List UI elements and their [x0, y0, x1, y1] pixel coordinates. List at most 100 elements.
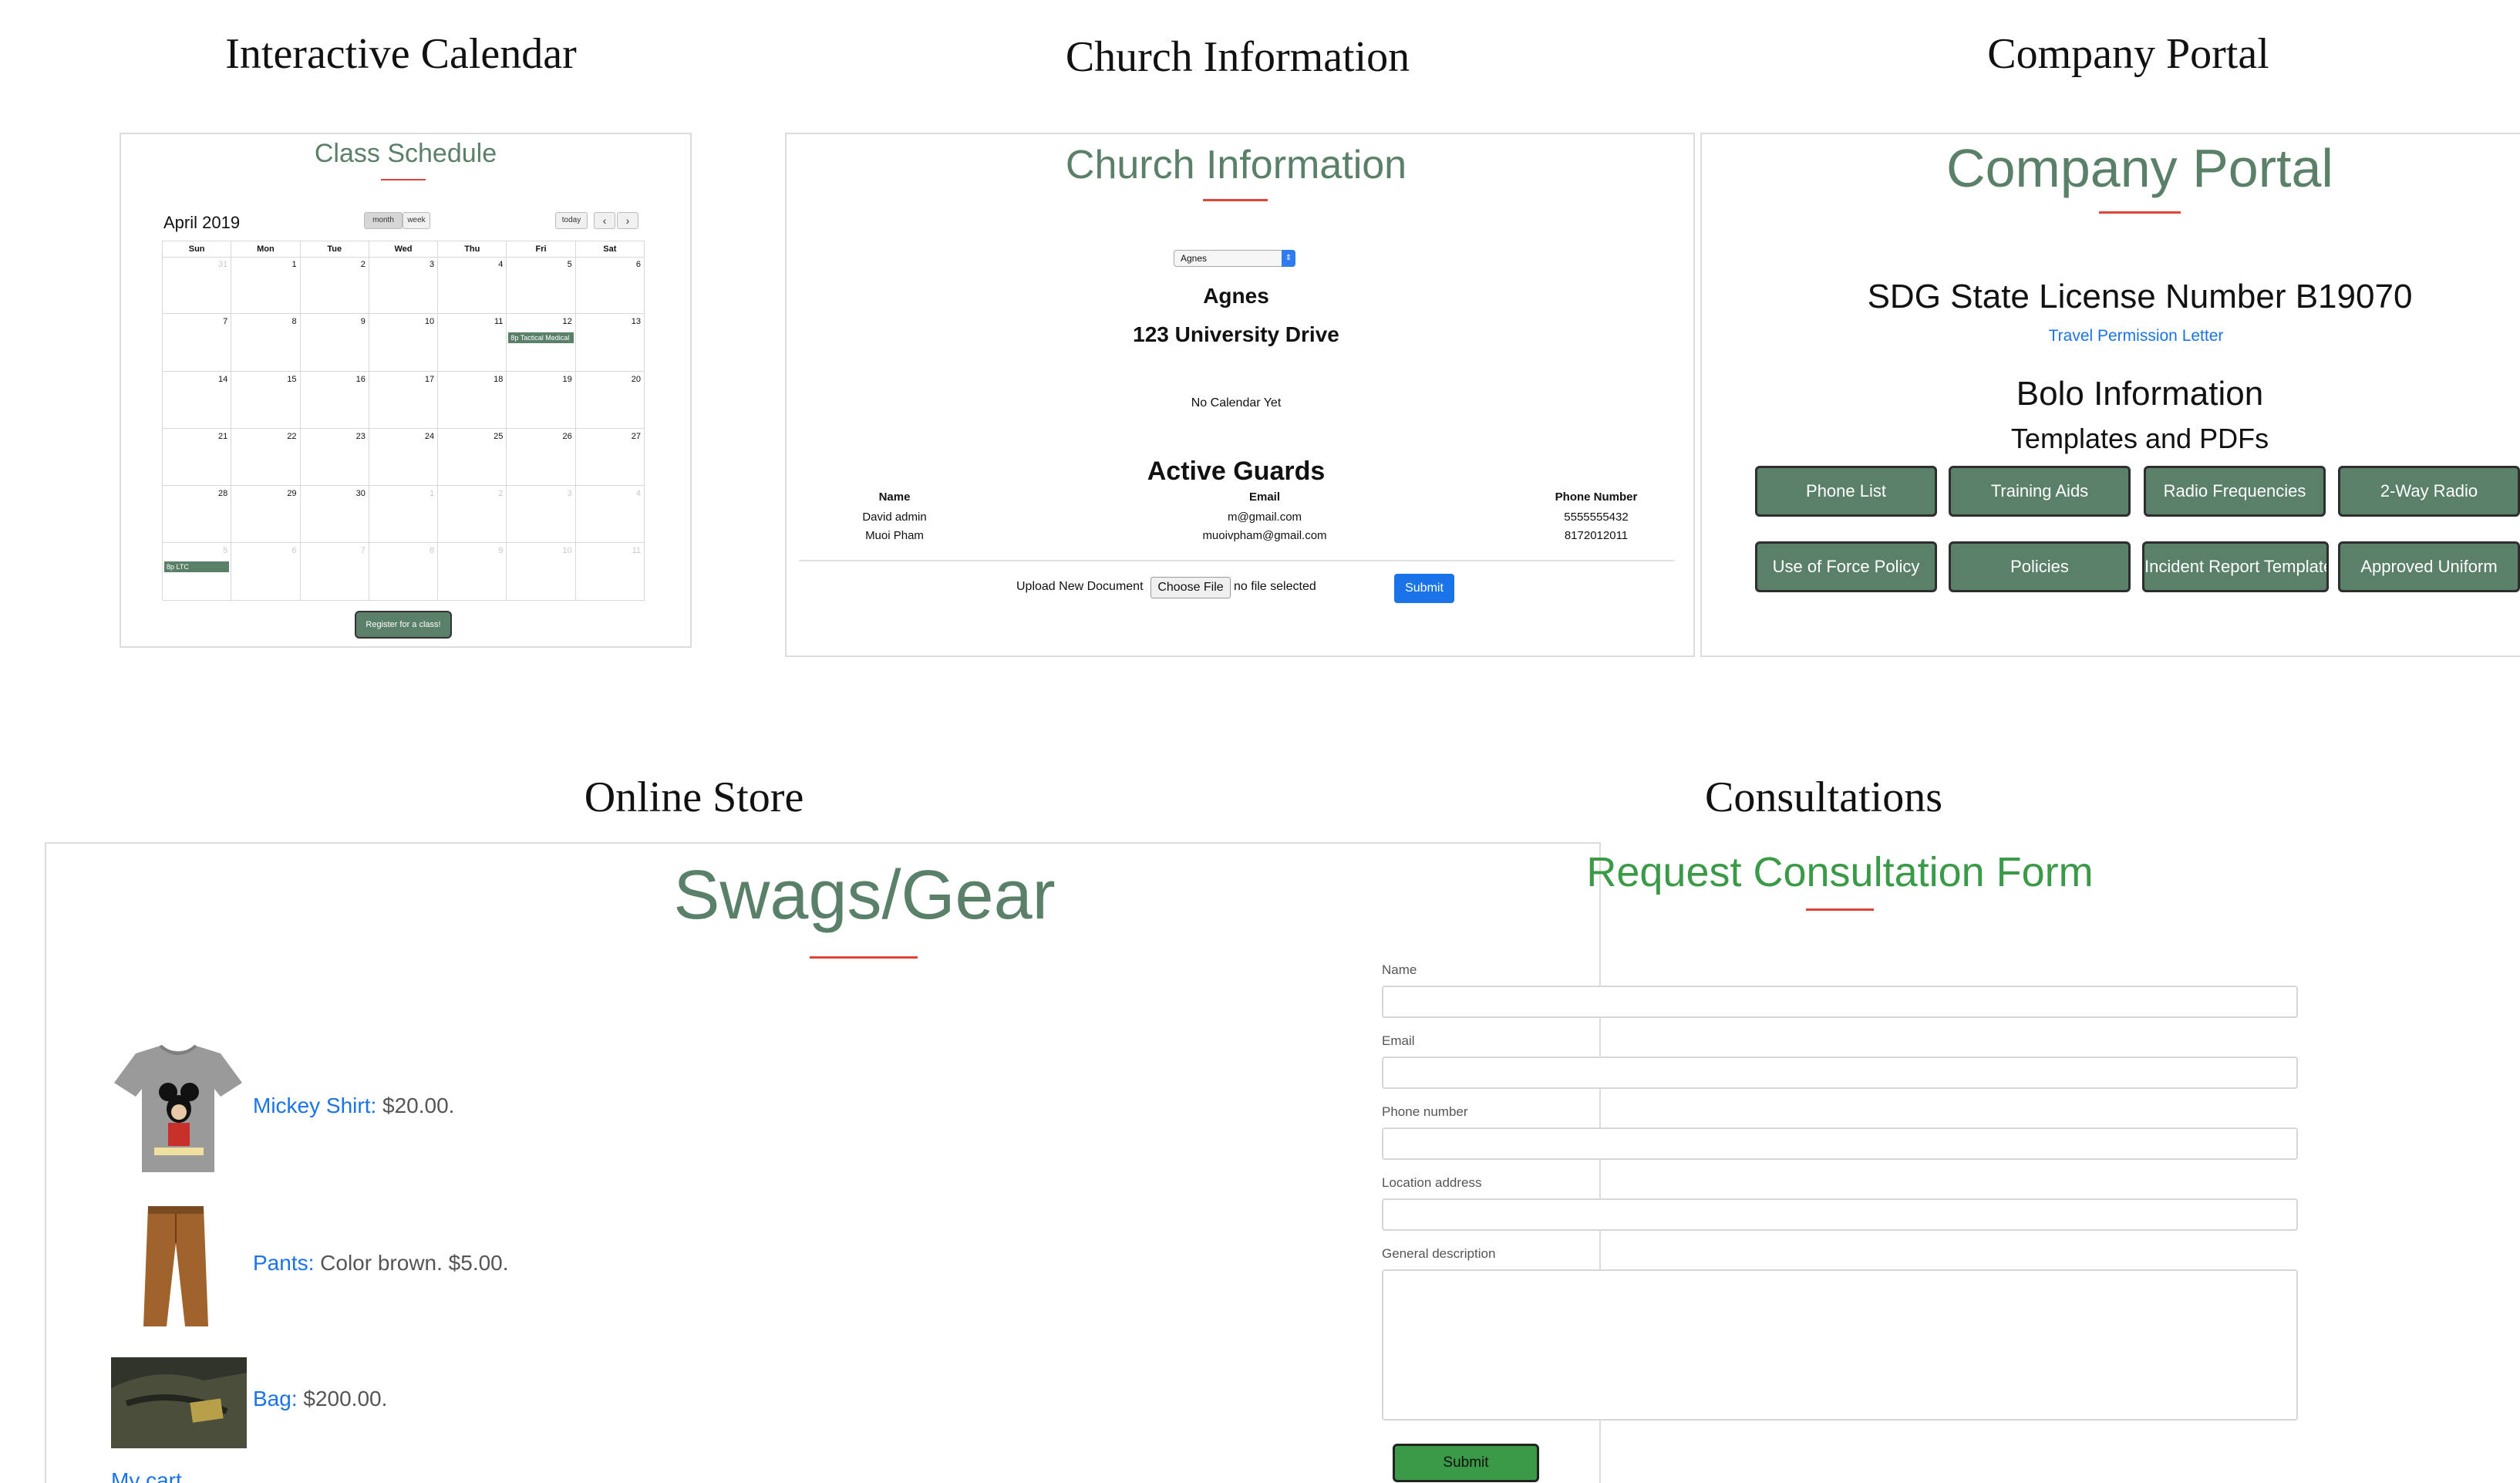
calendar-day[interactable]: 24: [369, 428, 439, 487]
calendar-week: 7 8 9 10 11 12 8p Tactical Medical 13: [163, 314, 645, 372]
chevron-left-icon: ‹: [602, 214, 607, 227]
calendar-day-header: Sun Mon Tue Wed Thu Fri Sat: [163, 241, 645, 258]
calendar-week: 14 15 16 17 18 19 20: [163, 371, 645, 429]
no-calendar-text: No Calendar Yet: [1191, 396, 1282, 410]
guards-col-name: Name: [878, 490, 911, 504]
calendar-day[interactable]: 9: [438, 543, 507, 601]
radio-frequencies-button[interactable]: Radio Frequencies: [2144, 466, 2326, 517]
phone-input[interactable]: [1382, 1127, 2298, 1160]
incident-report-template-button[interactable]: Incident Report Template: [2142, 541, 2329, 592]
use-of-force-policy-button[interactable]: Use of Force Policy: [1755, 541, 1937, 592]
church-address: 123 University Drive: [1133, 322, 1339, 346]
policies-button[interactable]: Policies: [1949, 541, 2131, 592]
guard-name: David admin: [862, 511, 927, 524]
calendar-day[interactable]: 4: [438, 257, 507, 315]
training-aids-button[interactable]: Training Aids: [1949, 466, 2131, 517]
mickey-shirt-image[interactable]: [113, 1043, 244, 1175]
calendar-day[interactable]: 3: [507, 486, 576, 544]
location-input[interactable]: [1382, 1198, 2298, 1231]
calendar-day[interactable]: 4: [575, 486, 645, 544]
calendar-title-rule: [381, 179, 426, 180]
next-month-button[interactable]: ›: [617, 212, 638, 229]
calendar-day[interactable]: 20: [575, 371, 645, 429]
calendar-day[interactable]: 11: [575, 543, 645, 601]
calendar-day[interactable]: 5 8p LTC: [163, 543, 232, 601]
calendar-day[interactable]: 30: [300, 486, 369, 544]
church-submit-button[interactable]: Submit: [1394, 574, 1454, 603]
calendar-event[interactable]: 8p Tactical Medical: [508, 332, 574, 344]
calendar-day[interactable]: 1: [369, 486, 439, 544]
prev-month-button[interactable]: ‹: [594, 212, 615, 229]
calendar-grid: Sun Mon Tue Wed Thu Fri Sat 31 1 2 3 4 5…: [162, 241, 645, 601]
calendar-title: Class Schedule: [314, 139, 497, 168]
church-panel: [785, 133, 1695, 657]
email-input[interactable]: [1382, 1057, 2298, 1089]
store-item: Bag: $200.00.: [253, 1387, 387, 1411]
calendar-day[interactable]: 2: [300, 257, 369, 315]
pants-link[interactable]: Pants:: [253, 1251, 314, 1275]
calendar-day[interactable]: 29: [231, 486, 301, 544]
church-select[interactable]: Agnes ⇕: [1174, 250, 1295, 267]
calendar-day[interactable]: 26: [507, 428, 576, 487]
calendar-day[interactable]: 23: [300, 428, 369, 487]
phone-list-button[interactable]: Phone List: [1755, 466, 1937, 517]
calendar-day[interactable]: 31: [163, 257, 232, 315]
bag-link[interactable]: Bag:: [253, 1387, 298, 1411]
bag-image[interactable]: [111, 1357, 247, 1448]
calendar-week: 28 29 30 1 2 3 4: [163, 486, 645, 544]
calendar-day[interactable]: 28: [163, 486, 232, 544]
calendar-day[interactable]: 10: [507, 543, 576, 601]
name-label: Name: [1382, 962, 1417, 977]
calendar-day[interactable]: 15: [231, 371, 301, 429]
consult-title: Request Consultation Form: [1586, 849, 2094, 895]
calendar-day[interactable]: 3: [369, 257, 439, 315]
view-week-button[interactable]: week: [403, 212, 430, 229]
calendar-month-label: April 2019: [163, 213, 241, 232]
view-month-button[interactable]: month: [364, 212, 403, 229]
mickey-shirt-link[interactable]: Mickey Shirt:: [253, 1094, 376, 1117]
calendar-day[interactable]: 25: [438, 428, 507, 487]
store-item: Mickey Shirt: $20.00.: [253, 1094, 454, 1118]
guard-email: m@gmail.com: [1227, 511, 1302, 524]
calendar-day[interactable]: 6: [575, 257, 645, 315]
travel-permission-link[interactable]: Travel Permission Letter: [1704, 327, 2520, 345]
calendar-day[interactable]: 16: [300, 371, 369, 429]
calendar-day[interactable]: 7: [300, 543, 369, 601]
calendar-event[interactable]: 8p LTC: [164, 561, 230, 573]
guard-email: muoivpham@gmail.com: [1202, 529, 1327, 542]
calendar-day[interactable]: 1: [231, 257, 301, 315]
calendar-day[interactable]: 2: [438, 486, 507, 544]
caption-portal: Company Portal: [1987, 30, 2269, 78]
register-class-button[interactable]: Register for a class!: [355, 611, 452, 639]
calendar-day[interactable]: 17: [369, 371, 439, 429]
calendar-day[interactable]: 21: [163, 428, 232, 487]
calendar-day[interactable]: 19: [507, 371, 576, 429]
calendar-day[interactable]: 14: [163, 371, 232, 429]
calendar-day[interactable]: 22: [231, 428, 301, 487]
two-way-radio-button[interactable]: 2-Way Radio: [2338, 466, 2520, 517]
calendar-day[interactable]: 10: [369, 314, 439, 372]
description-textarea[interactable]: [1382, 1269, 2298, 1421]
calendar-day[interactable]: 7: [163, 314, 232, 372]
name-input[interactable]: [1382, 986, 2298, 1018]
guards-divider: [799, 560, 1675, 561]
calendar-day[interactable]: 6: [231, 543, 301, 601]
my-cart-link[interactable]: My cart: [111, 1468, 182, 1483]
approved-uniform-button[interactable]: Approved Uniform: [2338, 541, 2520, 592]
calendar-day[interactable]: 8: [369, 543, 439, 601]
upload-label: Upload New Document: [1016, 580, 1144, 593]
calendar-day[interactable]: 8: [231, 314, 301, 372]
calendar-day[interactable]: 11: [438, 314, 507, 372]
consult-submit-button[interactable]: Submit: [1393, 1444, 1539, 1482]
choose-file-button[interactable]: Choose File: [1151, 577, 1231, 598]
calendar-day[interactable]: 5: [507, 257, 576, 315]
calendar-day[interactable]: 12 8p Tactical Medical: [507, 314, 576, 372]
license-number: SDG State License Number B19070: [1867, 278, 2413, 315]
calendar-day[interactable]: 9: [300, 314, 369, 372]
templates-heading: Templates and PDFs: [2010, 423, 2269, 454]
calendar-day[interactable]: 13: [575, 314, 645, 372]
calendar-day[interactable]: 18: [438, 371, 507, 429]
calendar-day[interactable]: 27: [575, 428, 645, 487]
pants-image[interactable]: [142, 1203, 210, 1330]
today-button[interactable]: today: [555, 212, 588, 229]
